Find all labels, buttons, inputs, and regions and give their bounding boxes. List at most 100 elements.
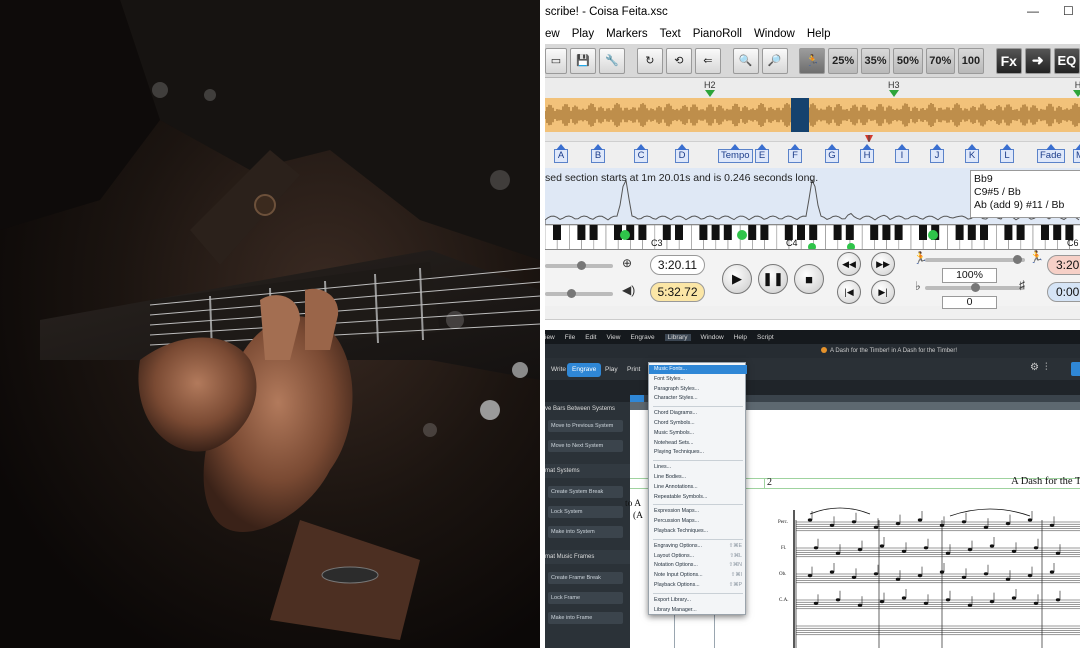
tab-full-score[interactable]	[630, 395, 644, 402]
letter-marker-m[interactable]: M	[1073, 144, 1080, 163]
library-menu-item[interactable]: Line Bodies...	[649, 473, 747, 482]
library-menu-item[interactable]: Note Input Options... ⇧⌘I	[649, 571, 747, 580]
menu-markers[interactable]: Markers	[606, 28, 648, 40]
letter-marker-k[interactable]: K	[965, 144, 979, 163]
library-menu-item[interactable]: Music Symbols...	[649, 429, 747, 438]
letter-marker-a[interactable]: A	[554, 144, 568, 163]
section-move-bars[interactable]: ve Bars Between Systems	[545, 402, 630, 416]
library-menu-item[interactable]: Chord Diagrams...	[649, 409, 747, 418]
library-menu-item[interactable]: Music Fonts...	[649, 365, 747, 374]
speaker-icon[interactable]: ◀)	[622, 283, 635, 297]
zoom-in-icon[interactable]: ⊕	[622, 256, 632, 270]
speed-35-button[interactable]: 35%	[860, 47, 891, 74]
spectrum-view[interactable]: sed section starts at 1m 20.01s and is 0…	[545, 168, 1080, 224]
library-menu-item[interactable]: Paragraph Styles...	[649, 385, 747, 394]
letter-marker-g[interactable]: G	[825, 144, 839, 163]
letter-marker-i[interactable]: I	[895, 144, 909, 163]
menu-file[interactable]: File	[565, 334, 575, 341]
zoom-fit-button[interactable]: 🔎	[761, 47, 788, 74]
library-menu-item[interactable]: Playback Techniques...	[649, 527, 747, 536]
speed-value[interactable]: 100%	[942, 268, 997, 283]
menu-text[interactable]: Text	[660, 28, 681, 40]
library-menu-item[interactable]: Expression Maps...	[649, 507, 747, 516]
new-button[interactable]: ▭	[545, 47, 567, 74]
total-time[interactable]: 5:32.72	[650, 282, 705, 302]
save-button[interactable]: 💾	[570, 47, 596, 74]
right-time-1[interactable]: 3:20	[1047, 255, 1080, 275]
letter-marker-tempo[interactable]: Tempo	[718, 144, 753, 163]
speed-100-button[interactable]: 100	[957, 47, 984, 74]
section-marker-h2[interactable]: H2	[704, 80, 716, 97]
move-previous-system-button[interactable]: Move to Previous System	[548, 420, 623, 432]
library-menu-item[interactable]: Chord Symbols...	[649, 419, 747, 428]
library-menu-item[interactable]: Engraving Options... ⇧⌘E	[649, 542, 747, 551]
menu-library[interactable]: Library	[664, 333, 691, 341]
waveform[interactable]	[545, 98, 1080, 132]
volume-slider[interactable]	[545, 289, 613, 298]
create-system-break-button[interactable]: Create System Break	[548, 486, 623, 498]
library-menu-item[interactable]: Percussion Maps...	[649, 517, 747, 526]
letter-marker-c[interactable]: C	[634, 144, 648, 163]
letter-marker-fade[interactable]: Fade	[1037, 144, 1065, 163]
library-menu-item[interactable]: Playback Options... ⇧⌘P	[649, 581, 747, 590]
letter-marker-l[interactable]: L	[1000, 144, 1014, 163]
library-menu-item[interactable]: Library Manager...	[649, 606, 747, 615]
speed-50-button[interactable]: 50%	[893, 47, 923, 74]
pause-button[interactable]: ❚❚	[758, 264, 788, 294]
letter-marker-b[interactable]: B	[591, 144, 605, 163]
current-time[interactable]: 3:20.11	[650, 255, 705, 275]
mixer-icon[interactable]: ⫶	[1045, 362, 1048, 373]
menu-help[interactable]: Help	[734, 334, 747, 341]
eq-button[interactable]: EQ	[1053, 47, 1080, 74]
lock-system-button[interactable]: Lock System	[548, 506, 623, 518]
pitch-value[interactable]: 0	[942, 296, 997, 309]
speed-70-button[interactable]: 70%	[925, 47, 955, 74]
create-frame-break-button[interactable]: Create Frame Break	[548, 572, 623, 584]
fx-button[interactable]: Fx	[995, 47, 1022, 74]
runner-button[interactable]: 🏃	[799, 47, 826, 74]
menu-edit[interactable]: Edit	[585, 334, 596, 341]
library-menu-item[interactable]: Font Styles...	[649, 375, 747, 384]
fast-forward-button[interactable]: ▶▶	[871, 252, 895, 276]
right-time-2[interactable]: 0:00	[1047, 282, 1080, 302]
library-menu-item[interactable]: Export Library...	[649, 596, 747, 605]
make-into-frame-button[interactable]: Make into Frame	[548, 612, 623, 624]
speed-slider[interactable]	[925, 255, 1025, 264]
section-marker-h3[interactable]: H3	[888, 80, 900, 97]
speed-25-button[interactable]: 25%	[828, 47, 858, 74]
forward-button[interactable]: ➜	[1024, 47, 1051, 74]
time-ruler[interactable]	[545, 132, 1080, 145]
loop-ab-button[interactable]: ↻	[636, 47, 663, 74]
menu-window[interactable]: Window	[754, 28, 795, 40]
section-format-frames[interactable]: mat Music Frames	[545, 550, 630, 564]
library-menu-item[interactable]: Line Annotations...	[649, 483, 747, 492]
mode-play[interactable]: Play	[600, 363, 623, 377]
pitch-slider[interactable]	[925, 283, 1025, 292]
menu-view[interactable]: iew	[545, 334, 555, 341]
menu-script[interactable]: Script	[757, 334, 774, 341]
rewind-button[interactable]: ◀◀	[837, 252, 861, 276]
menu-help[interactable]: Help	[807, 28, 831, 40]
menu-window[interactable]: Window	[701, 334, 724, 341]
zoom-button[interactable]: 🔍	[732, 47, 759, 74]
lock-frame-button[interactable]: Lock Frame	[548, 592, 623, 604]
menu-pianoroll[interactable]: PianoRoll	[693, 28, 742, 40]
library-menu-item[interactable]: Notehead Sets...	[649, 439, 747, 448]
menu-view-2[interactable]: View	[606, 334, 620, 341]
stop-button[interactable]: ■	[794, 264, 824, 294]
move-next-system-button[interactable]: Move to Next System	[548, 440, 623, 452]
library-menu-item[interactable]: Repeatable Symbols...	[649, 493, 747, 502]
letter-marker-d[interactable]: D	[675, 144, 689, 163]
menu-engrave[interactable]: Engrave	[630, 334, 654, 341]
maximize-button[interactable]: ☐	[1063, 4, 1074, 18]
skip-start-button[interactable]: |◀	[837, 280, 861, 304]
skip-end-button[interactable]: ▶|	[871, 280, 895, 304]
letter-marker-f[interactable]: F	[788, 144, 802, 163]
menu-play[interactable]: Play	[572, 28, 594, 40]
selection-region[interactable]	[791, 98, 809, 132]
make-into-system-button[interactable]: Make into System	[548, 526, 623, 538]
section-marker-h4[interactable]: H	[1073, 80, 1080, 97]
library-menu-item[interactable]: Layout Options... ⇧⌘L	[649, 552, 747, 561]
mode-engrave[interactable]: Engrave	[567, 363, 602, 377]
tune-button[interactable]: 🔧	[599, 47, 625, 74]
